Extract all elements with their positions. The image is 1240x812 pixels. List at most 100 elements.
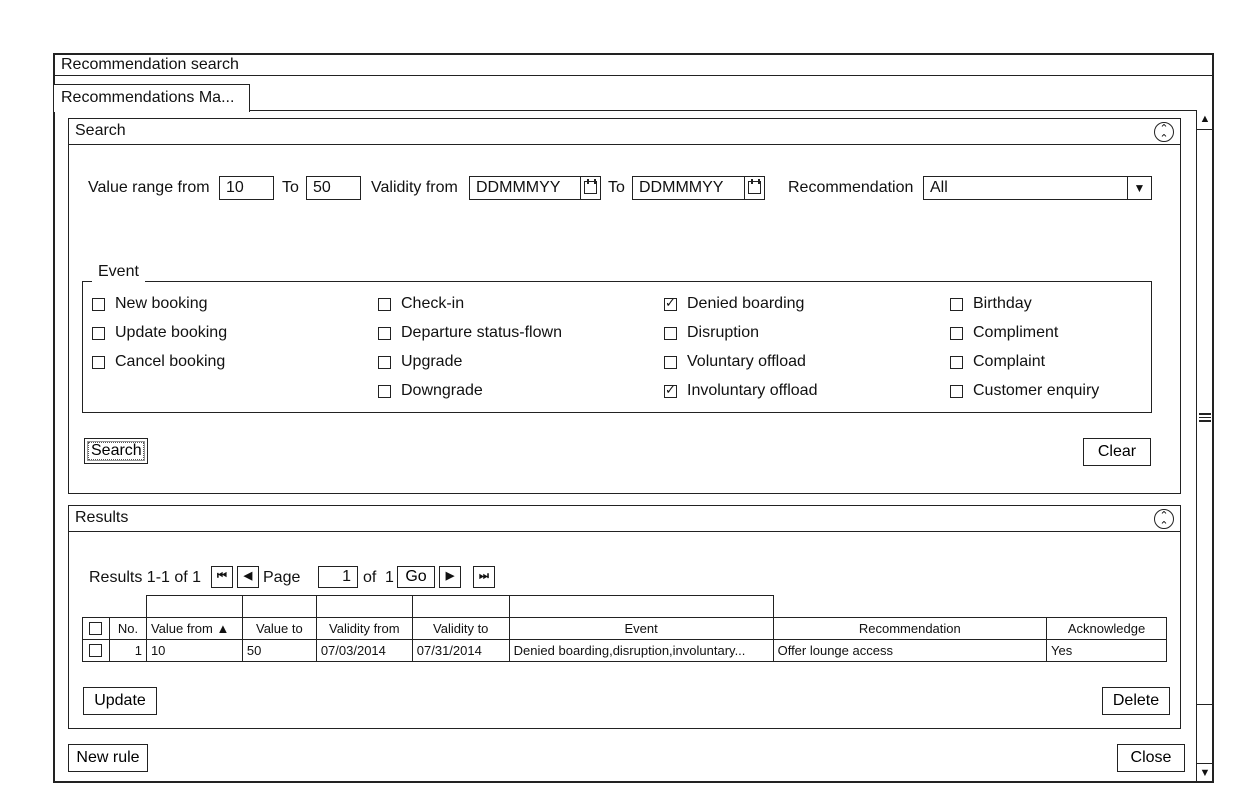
recommendation-select[interactable]: All ▼ [923, 176, 1152, 200]
event-option-denied-boarding[interactable]: Denied boarding [664, 294, 804, 314]
next-page-icon[interactable]: ▶ [439, 566, 461, 588]
validity-to-label: To [608, 179, 625, 196]
event-checkbox-update-booking[interactable] [92, 326, 105, 340]
event-option-disruption[interactable]: Disruption [664, 323, 759, 343]
event-checkbox-cancel-booking[interactable] [92, 355, 105, 369]
event-checkbox-departure-status-flown[interactable] [378, 326, 391, 340]
search-panel-title: Search [75, 122, 126, 139]
event-option-involuntary-offload[interactable]: Involuntary offload [664, 381, 817, 401]
event-checkbox-birthday[interactable] [950, 297, 963, 311]
scroll-up-arrow-icon[interactable]: ▲ [1196, 110, 1214, 130]
event-option-upgrade[interactable]: Upgrade [378, 352, 462, 372]
window-title-bar: Recommendation search [53, 53, 1214, 76]
previous-page-icon[interactable]: ◀ [237, 566, 259, 588]
cell-value-to: 50 [241, 639, 317, 662]
update-button[interactable]: Update [83, 687, 157, 715]
calendar-icon[interactable] [744, 177, 764, 199]
event-option-compliment[interactable]: Compliment [950, 323, 1058, 343]
delete-button[interactable]: Delete [1102, 687, 1170, 715]
calendar-icon[interactable] [580, 177, 600, 199]
value-to-input[interactable]: 50 [306, 176, 361, 200]
results-panel-header: Results ⌃ ⌃ [69, 506, 1180, 532]
collapse-search-panel-icon[interactable]: ⌃ ⌃ [1154, 122, 1174, 145]
event-label-new-booking: New booking [115, 295, 208, 312]
new-rule-button[interactable]: New rule [68, 744, 148, 772]
total-pages: 1 [385, 569, 394, 586]
event-checkbox-upgrade[interactable] [378, 355, 391, 369]
last-page-icon[interactable]: ⏭ [473, 566, 495, 588]
event-checkbox-involuntary-offload[interactable] [664, 381, 677, 399]
event-option-new-booking[interactable]: New booking [92, 294, 208, 314]
cell-no: 1 [108, 639, 147, 662]
event-option-departure-status-flown[interactable]: Departure status-flown [378, 323, 562, 343]
validity-from-date-input[interactable]: DDMMMYY [469, 176, 601, 200]
of-label: of [363, 569, 377, 586]
event-group-legend: Event [92, 262, 145, 282]
event-label-update-booking: Update booking [115, 324, 228, 341]
event-checkbox-check-in[interactable] [378, 297, 391, 311]
results-panel-title: Results [75, 509, 129, 526]
row-checkbox[interactable] [89, 644, 103, 657]
validity-to-placeholder: DDMMMYY [639, 179, 724, 196]
event-checkbox-downgrade[interactable] [378, 384, 391, 398]
cell-value-from: 10 [145, 639, 243, 662]
event-label-downgrade: Downgrade [401, 382, 483, 399]
page-number-input[interactable]: 1 [318, 566, 358, 588]
event-option-cancel-booking[interactable]: Cancel booking [92, 352, 225, 372]
event-option-downgrade[interactable]: Downgrade [378, 381, 483, 401]
event-checkbox-compliment[interactable] [950, 326, 963, 340]
event-checkbox-voluntary-offload[interactable] [664, 355, 677, 369]
column-header-validity-from[interactable]: Validity from [315, 617, 413, 640]
value-from-input[interactable]: 10 [219, 176, 274, 200]
event-checkbox-new-booking[interactable] [92, 297, 105, 311]
column-header-validity-to[interactable]: Validity to [411, 617, 510, 640]
event-label-disruption: Disruption [687, 324, 760, 341]
event-option-update-booking[interactable]: Update booking [92, 323, 227, 343]
scroll-grip-icon[interactable] [1199, 411, 1211, 425]
search-panel-header: Search ⌃ ⌃ [69, 119, 1180, 145]
recommendation-selected-value: All [930, 179, 948, 196]
column-header-value-from[interactable]: Value from ▲ [145, 617, 243, 640]
column-header-no[interactable]: No. [108, 617, 147, 640]
column-header-acknowledge[interactable]: Acknowledge [1046, 617, 1167, 640]
select-all-checkbox[interactable] [89, 622, 103, 635]
value-range-from-label: Value range from [88, 179, 210, 196]
event-label-voluntary-offload: Voluntary offload [687, 353, 806, 370]
event-option-check-in[interactable]: Check-in [378, 294, 464, 314]
table-row[interactable]: 1 10 50 07/03/2014 07/31/2014 Denied boa… [82, 639, 1167, 662]
event-checkbox-disruption[interactable] [664, 326, 677, 340]
clear-button[interactable]: Clear [1083, 438, 1151, 466]
event-option-customer-enquiry[interactable]: Customer enquiry [950, 381, 1099, 401]
tab-recommendations-management[interactable]: Recommendations Ma... [53, 84, 250, 112]
value-to-label: To [282, 179, 299, 196]
cell-acknowledge: Yes [1046, 639, 1167, 662]
event-option-birthday[interactable]: Birthday [950, 294, 1032, 314]
event-label-cancel-booking: Cancel booking [115, 353, 226, 370]
event-option-voluntary-offload[interactable]: Voluntary offload [664, 352, 806, 372]
table-header-spacer-row [83, 595, 1167, 618]
event-label-departure-status-flown: Departure status-flown [401, 324, 562, 341]
collapse-results-panel-icon[interactable]: ⌃ ⌃ [1154, 509, 1174, 532]
dropdown-arrow-icon[interactable]: ▼ [1127, 177, 1151, 199]
validity-from-placeholder: DDMMMYY [476, 179, 561, 196]
scroll-down-arrow-icon[interactable]: ▼ [1196, 763, 1214, 783]
close-button[interactable]: Close [1117, 744, 1185, 772]
first-page-icon[interactable]: ⏮ [211, 566, 233, 588]
column-header-value-to[interactable]: Value to [241, 617, 317, 640]
page-label: Page [263, 569, 301, 586]
search-button[interactable]: Search [84, 438, 148, 464]
event-option-complaint[interactable]: Complaint [950, 352, 1045, 372]
row-checkbox-cell[interactable] [82, 639, 110, 662]
cell-validity-from: 07/03/2014 [315, 639, 413, 662]
sort-ascending-icon[interactable]: ▲ [216, 621, 229, 636]
select-all-checkbox-cell[interactable] [82, 617, 110, 640]
validity-from-label: Validity from [371, 179, 458, 196]
event-checkbox-customer-enquiry[interactable] [950, 384, 963, 398]
go-button[interactable]: Go [397, 566, 435, 588]
validity-to-date-input[interactable]: DDMMMYY [632, 176, 765, 200]
event-checkbox-denied-boarding[interactable] [664, 294, 677, 312]
event-checkbox-complaint[interactable] [950, 355, 963, 369]
event-label-denied-boarding: Denied boarding [687, 295, 805, 312]
column-header-event[interactable]: Event [508, 617, 774, 640]
column-header-recommendation[interactable]: Recommendation [772, 617, 1048, 640]
